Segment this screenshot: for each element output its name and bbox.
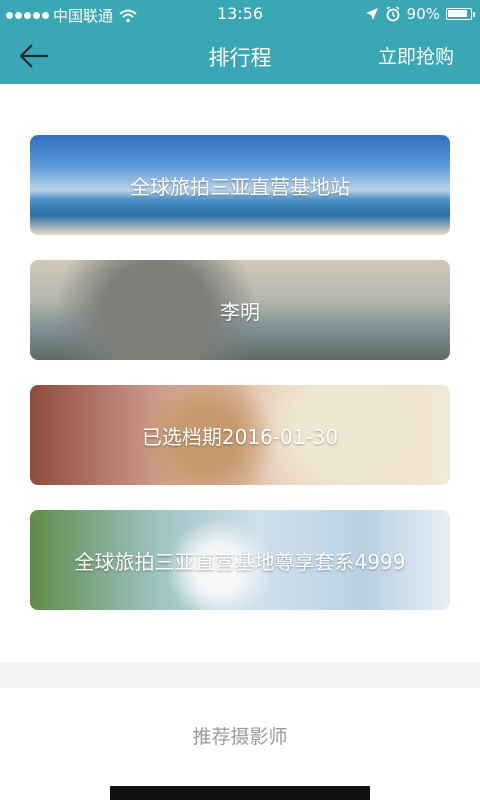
battery-percent: 90%	[406, 5, 440, 23]
buy-now-button[interactable]: 立即抢购	[378, 42, 454, 69]
alarm-clock-icon	[386, 6, 400, 22]
card-label: 全球旅拍三亚直营基地尊享套系4999	[74, 549, 406, 574]
app-header: 中国联通 13:56 90% 排行程 立即抢购	[0, 0, 480, 84]
recommend-section-title: 推荐摄影师	[192, 726, 288, 748]
card-photographer[interactable]: 李明	[30, 260, 450, 360]
location-arrow-icon	[365, 8, 378, 20]
battery-icon	[446, 8, 475, 20]
section-divider	[0, 662, 480, 688]
card-schedule-date[interactable]: 已选档期2016-01-30	[30, 385, 450, 485]
nav-bar: 排行程 立即抢购	[0, 28, 480, 84]
card-list: 全球旅拍三亚直营基地站 李明 已选档期2016-01-30 全球旅拍三亚直营基地…	[30, 135, 450, 635]
card-studio-base[interactable]: 全球旅拍三亚直营基地站	[30, 135, 450, 235]
card-label: 李明	[220, 299, 260, 324]
status-right: 90%	[365, 5, 475, 23]
card-label: 已选档期2016-01-30	[141, 424, 339, 449]
card-label: 全球旅拍三亚直营基地站	[130, 174, 350, 199]
card-package[interactable]: 全球旅拍三亚直营基地尊享套系4999	[30, 510, 450, 610]
status-bar: 中国联通 13:56 90%	[0, 0, 480, 28]
battery-level	[448, 10, 467, 17]
photographer-image-strip[interactable]	[110, 786, 370, 800]
